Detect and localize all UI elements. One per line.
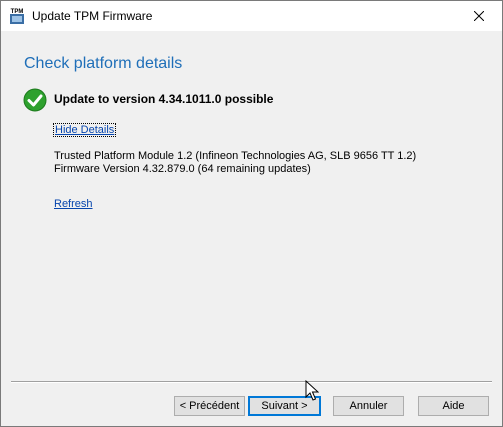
- update-tpm-window: TPM Update TPM Firmware Check platform d…: [0, 0, 503, 427]
- help-button[interactable]: Aide: [418, 396, 489, 416]
- close-button[interactable]: [456, 1, 502, 31]
- window-title: Update TPM Firmware: [32, 9, 153, 23]
- svg-text:TPM: TPM: [11, 9, 24, 15]
- check-circle-icon: [23, 88, 47, 112]
- firmware-version-info: Firmware Version 4.32.879.0 (64 remainin…: [54, 163, 311, 175]
- hide-details-link[interactable]: Hide Details: [52, 123, 117, 137]
- status-message: Update to version 4.34.1011.0 possible: [54, 92, 274, 106]
- title-bar: TPM Update TPM Firmware: [1, 1, 502, 31]
- page-heading: Check platform details: [24, 55, 183, 72]
- cancel-button[interactable]: Annuler: [333, 396, 404, 416]
- close-icon: [474, 11, 484, 21]
- previous-button[interactable]: < Précédent: [174, 396, 245, 416]
- tpm-icon: TPM: [10, 9, 24, 24]
- mouse-cursor-icon: [305, 380, 319, 401]
- footer-separator: [11, 381, 492, 383]
- refresh-link[interactable]: Refresh: [54, 198, 93, 210]
- tpm-module-info: Trusted Platform Module 1.2 (Infineon Te…: [54, 150, 417, 162]
